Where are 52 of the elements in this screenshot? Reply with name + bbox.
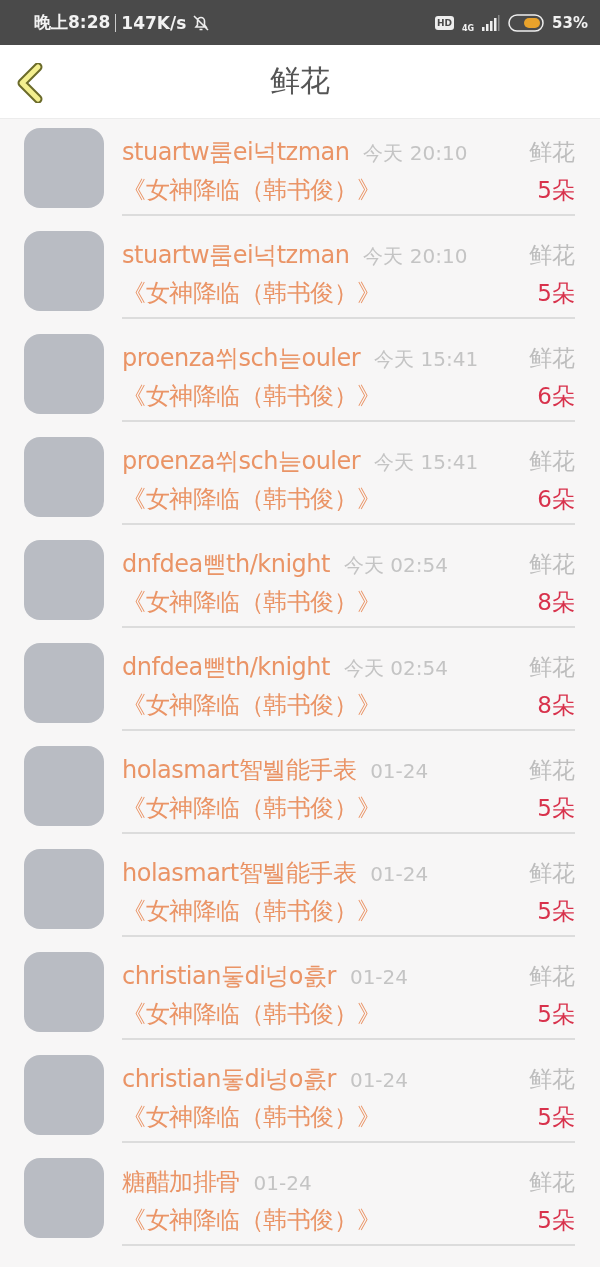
- user-name: proenza쒸sch늗ouler: [122, 446, 361, 477]
- user-name: stuartw룸ei넉tzman: [122, 137, 350, 168]
- hd-badge: HD: [434, 15, 454, 30]
- user-name: holasmart智뷀能手表: [122, 858, 357, 889]
- gift-type: 鲜花: [529, 1168, 575, 1197]
- user-name: christian둫di넝o흜r: [122, 961, 336, 992]
- gift-type: 鲜花: [529, 653, 575, 682]
- book-title: 《女神降临（韩书俊）》: [122, 175, 381, 206]
- gift-count: 5朵: [537, 897, 575, 926]
- page-title: 鲜花: [270, 62, 330, 100]
- book-title: 《女神降临（韩书俊）》: [122, 1102, 381, 1133]
- gift-count: 5朵: [537, 794, 575, 823]
- book-title: 《女神降临（韩书俊）》: [122, 278, 381, 309]
- book-title: 《女神降临（韩书俊）》: [122, 999, 381, 1030]
- book-title: 《女神降临（韩书俊）》: [122, 793, 381, 824]
- book-title: 《女神降临（韩书俊）》: [122, 896, 381, 927]
- gift-type: 鲜花: [529, 1065, 575, 1094]
- gift-count: 8朵: [537, 691, 575, 720]
- user-name: dnfdea뺃th/knight: [122, 549, 330, 580]
- user-name: proenza쒸sch늗ouler: [122, 343, 361, 374]
- gift-count: 5朵: [537, 1103, 575, 1132]
- book-title: 《女神降临（韩书俊）》: [122, 484, 381, 515]
- gift-count: 8朵: [537, 588, 575, 617]
- gift-count: 5朵: [537, 279, 575, 308]
- gift-type: 鲜花: [529, 550, 575, 579]
- gift-type: 鲜花: [529, 962, 575, 991]
- gift-type: 鲜花: [529, 756, 575, 785]
- gift-count: 6朵: [537, 485, 575, 514]
- book-title: 《女神降临（韩书俊）》: [122, 381, 381, 412]
- battery-icon: [508, 13, 545, 32]
- user-name: dnfdea뺃th/knight: [122, 652, 330, 683]
- user-name: christian둫di넝o흜r: [122, 1064, 336, 1095]
- gift-type: 鲜花: [529, 241, 575, 270]
- gift-count: 6朵: [537, 382, 575, 411]
- gift-count: 5朵: [537, 176, 575, 205]
- network-speed: 147K/s: [121, 12, 187, 33]
- gift-count: 5朵: [537, 1206, 575, 1235]
- book-title: 《女神降临（韩书俊）》: [122, 1205, 381, 1236]
- user-name: 糖醋加排骨: [122, 1167, 240, 1198]
- user-name: stuartw룸ei넉tzman: [122, 240, 350, 271]
- signal-icon: [482, 14, 501, 31]
- gift-type: 鲜花: [529, 344, 575, 373]
- network-type: 4G: [461, 24, 475, 33]
- battery-percent: 53%: [552, 13, 588, 32]
- gift-type: 鲜花: [529, 859, 575, 888]
- gift-type: 鲜花: [529, 138, 575, 167]
- clock-time: 晚上8:28: [34, 11, 111, 34]
- book-title: 《女神降临（韩书俊）》: [122, 587, 381, 618]
- user-name: holasmart智뷀能手表: [122, 755, 357, 786]
- gift-count: 5朵: [537, 1000, 575, 1029]
- book-title: 《女神降临（韩书俊）》: [122, 690, 381, 721]
- gift-type: 鲜花: [529, 447, 575, 476]
